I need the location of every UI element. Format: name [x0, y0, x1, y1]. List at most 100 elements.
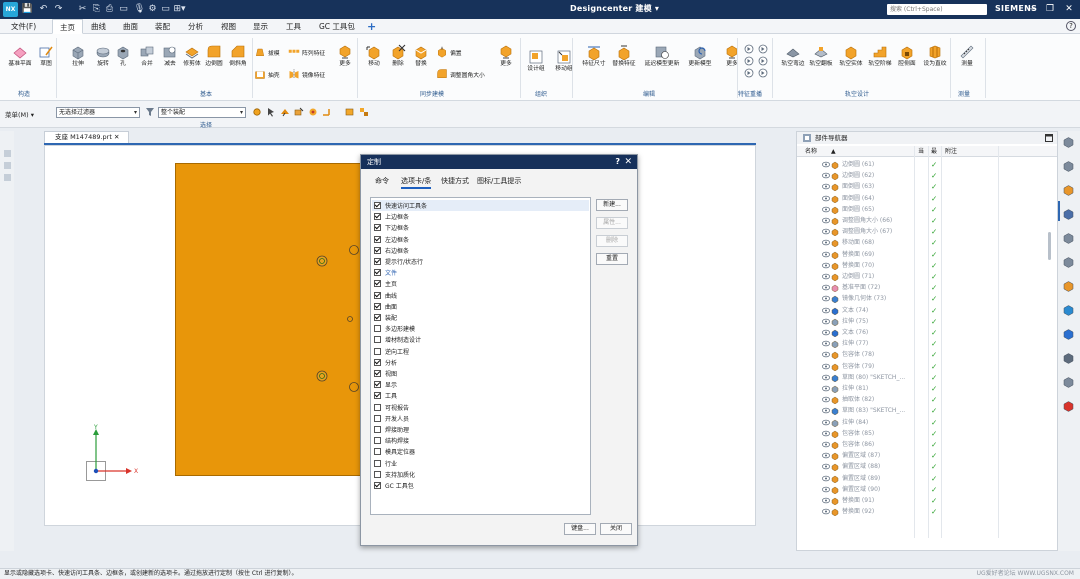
visibility-icon[interactable]: [822, 340, 830, 347]
replace-face-button[interactable]: 替换: [401, 44, 441, 68]
checkbox[interactable]: [374, 291, 381, 299]
palette-icon[interactable]: [1062, 376, 1075, 389]
navigator-row[interactable]: 边倒圆 (61) ✓: [797, 159, 1057, 170]
draft-button[interactable]: 拔模: [254, 44, 280, 60]
visibility-icon[interactable]: [822, 239, 830, 246]
visibility-icon[interactable]: [822, 217, 830, 224]
replay-step-icon[interactable]: [758, 44, 768, 54]
list-item[interactable]: 上边框条: [372, 211, 589, 222]
close-dialog-button[interactable]: 关闭: [600, 523, 632, 535]
checkbox[interactable]: [374, 224, 381, 232]
list-item[interactable]: GC 工具包: [372, 480, 589, 491]
part-navigator-icon[interactable]: [1062, 160, 1075, 173]
visibility-icon[interactable]: [822, 318, 830, 325]
roles-icon[interactable]: [1062, 400, 1075, 413]
navigator-row[interactable]: 拉伸 (84) ✓: [797, 417, 1057, 428]
checkbox[interactable]: [374, 370, 381, 377]
process-studio-icon[interactable]: [1062, 352, 1075, 365]
new-button[interactable]: 新建...: [596, 199, 628, 211]
visibility-icon[interactable]: [822, 475, 830, 482]
navigator-row[interactable]: 替换面 (91) ✓: [797, 495, 1057, 506]
checkbox[interactable]: [374, 414, 381, 422]
visibility-icon[interactable]: [822, 463, 830, 470]
delay-update-button[interactable]: 延迟模型更新: [642, 44, 682, 68]
list-item[interactable]: 显示: [372, 379, 589, 390]
dialog-title-bar[interactable]: 定制 ? ✕: [361, 155, 637, 169]
checkbox[interactable]: [374, 358, 381, 366]
tab-home[interactable]: 主页: [52, 19, 83, 34]
paste-icon[interactable]: ⎙: [103, 2, 116, 17]
restore-button[interactable]: ❐: [1043, 2, 1057, 16]
visibility-icon[interactable]: [822, 508, 830, 515]
mic-icon[interactable]: 🎙: [133, 2, 146, 17]
list-item[interactable]: 焊接助理: [372, 424, 589, 435]
visibility-icon[interactable]: [822, 273, 830, 280]
tab-tabs-bars[interactable]: 选项卡/条: [401, 175, 432, 189]
settings-icon[interactable]: [1062, 136, 1075, 149]
tab-file[interactable]: 文件(F): [11, 21, 36, 32]
visibility-icon[interactable]: [822, 307, 830, 314]
visibility-icon[interactable]: [822, 295, 830, 302]
checkbox[interactable]: [374, 381, 381, 389]
resize-blend-button[interactable]: 调整圆角大小: [436, 66, 485, 82]
checkbox[interactable]: [374, 202, 381, 209]
visibility-icon[interactable]: [822, 419, 830, 426]
navigator-row[interactable]: 替换面 (69) ✓: [797, 249, 1057, 260]
navigator-row[interactable]: 边倒圆 (71) ✓: [797, 271, 1057, 282]
tool-strip-icon[interactable]: [3, 161, 12, 170]
list-item[interactable]: 快速访问工具条: [372, 200, 589, 211]
list-item[interactable]: 多边形建模: [372, 323, 589, 334]
pattern-feature-button[interactable]: 阵列特征: [288, 44, 325, 60]
checkbox[interactable]: [374, 403, 381, 411]
axis-triad-icon[interactable]: Y X: [80, 424, 145, 485]
navigator-row[interactable]: 边倒圆 (62) ✓: [797, 170, 1057, 181]
visibility-icon[interactable]: [822, 228, 830, 235]
navigator-row[interactable]: 偏置区域 (90) ✓: [797, 484, 1057, 495]
shell-button[interactable]: 抽壳: [254, 66, 280, 82]
dialog-help-button[interactable]: ?: [615, 155, 620, 169]
tab-analysis[interactable]: 分析: [188, 21, 203, 32]
notification-icon[interactable]: [1062, 232, 1075, 245]
visibility-icon[interactable]: [822, 206, 830, 213]
web-browser-icon[interactable]: [1062, 304, 1075, 317]
list-item[interactable]: 曲面: [372, 301, 589, 312]
checkbox[interactable]: [374, 280, 381, 288]
navigator-row[interactable]: 拉伸 (75) ✓: [797, 316, 1057, 327]
list-item[interactable]: 右边框条: [372, 245, 589, 256]
visibility-icon[interactable]: [822, 497, 830, 504]
visibility-icon[interactable]: [822, 284, 830, 291]
visibility-icon[interactable]: [822, 172, 830, 179]
select-face-icon[interactable]: [294, 107, 304, 117]
tab-assembly[interactable]: 装配: [155, 21, 170, 32]
visibility-icon[interactable]: [822, 195, 830, 202]
list-item[interactable]: 逆向工程: [372, 346, 589, 357]
menu-button[interactable]: 菜单(M) ▾: [5, 109, 34, 119]
snap-point-icon[interactable]: [252, 107, 262, 117]
copy-icon[interactable]: ⎘: [90, 2, 103, 17]
list-item[interactable]: 增材制造设计: [372, 334, 589, 345]
visibility-icon[interactable]: [822, 385, 830, 392]
visibility-icon[interactable]: [822, 486, 830, 493]
checkbox[interactable]: [374, 437, 381, 445]
layout-icon[interactable]: ▭: [159, 2, 172, 17]
list-item[interactable]: 文件: [372, 267, 589, 278]
column-name[interactable]: 名称: [805, 146, 817, 157]
checkbox[interactable]: [374, 448, 381, 456]
checkbox[interactable]: [374, 336, 381, 344]
select-body-icon[interactable]: [308, 107, 318, 117]
document-tab[interactable]: 支座 M147489.prt ✕: [44, 131, 129, 143]
hd3d-icon[interactable]: [1062, 280, 1075, 293]
navigator-row[interactable]: 包容体 (85) ✓: [797, 428, 1057, 439]
navigator-row[interactable]: 偏置区域 (88) ✓: [797, 461, 1057, 472]
checkbox[interactable]: [374, 482, 381, 489]
command-search-input[interactable]: 搜索 (Ctrl+Space): [887, 4, 987, 15]
tool-strip-icon[interactable]: [3, 149, 12, 158]
checkbox[interactable]: [374, 314, 381, 321]
select-edge-icon[interactable]: [322, 107, 332, 117]
window-icon[interactable]: ▭: [117, 2, 130, 17]
navigator-row[interactable]: 基准平面 (72) ✓: [797, 282, 1057, 293]
select-assembly-icon[interactable]: [359, 107, 369, 117]
navigator-row[interactable]: 替换面 (92) ✓: [797, 506, 1057, 517]
tab-gc-toolkit[interactable]: GC 工具包: [319, 21, 355, 32]
save-icon[interactable]: 💾: [21, 2, 34, 17]
